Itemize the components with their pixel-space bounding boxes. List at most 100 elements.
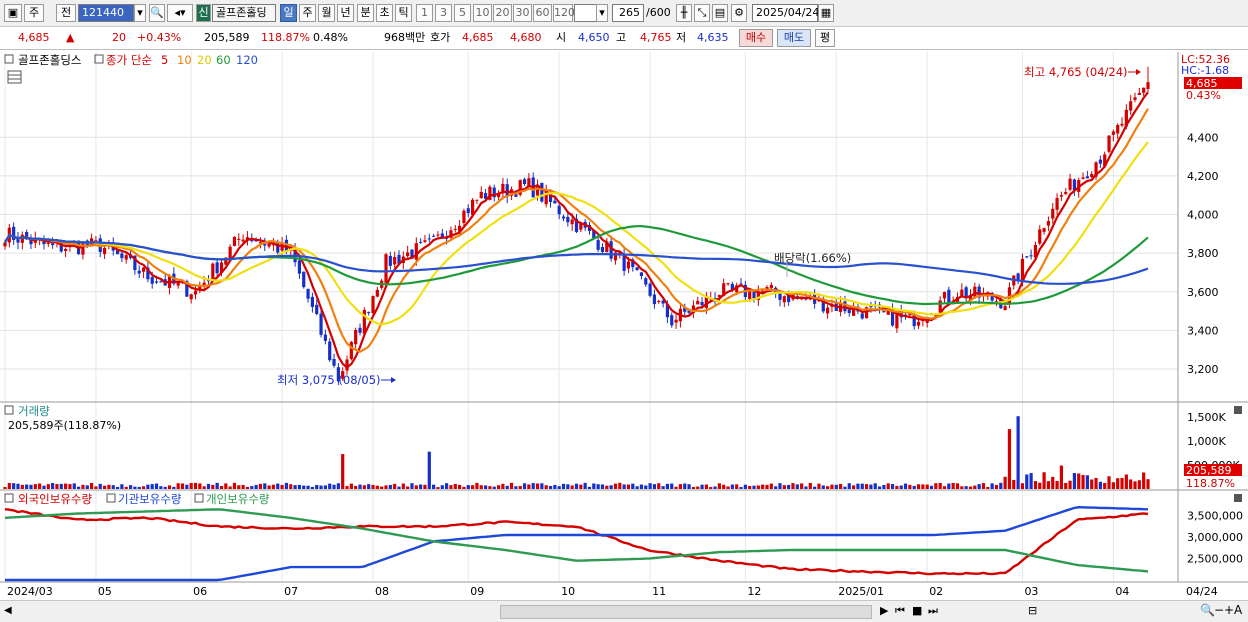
- window-menu-icon[interactable]: ▣: [4, 4, 22, 22]
- holding-close-icon[interactable]: [1234, 494, 1242, 502]
- gear-icon[interactable]: ⚙: [731, 4, 747, 22]
- candle-body: [319, 313, 323, 335]
- volume-bar: [1025, 474, 1029, 489]
- custom-interval-dropdown-icon[interactable]: ▾: [596, 4, 608, 22]
- volume-bar: [189, 483, 193, 489]
- scroll-thumb[interactable]: [500, 605, 872, 619]
- table-icon[interactable]: [7, 70, 22, 84]
- volume-bar: [570, 485, 574, 489]
- volume-bar: [1129, 479, 1133, 489]
- candle-body: [228, 246, 232, 259]
- volume-bar: [341, 454, 345, 489]
- interval-3[interactable]: 3: [435, 4, 452, 22]
- volume-bar: [111, 485, 115, 489]
- volume-bar: [193, 482, 198, 489]
- candle-body: [241, 239, 245, 242]
- code-dropdown-icon[interactable]: ▾: [134, 4, 146, 22]
- eval-label: 평: [819, 31, 831, 44]
- buy-button[interactable]: 매수: [739, 29, 773, 47]
- volume-bar: [133, 486, 137, 489]
- volume-bar: [804, 486, 808, 489]
- candle-body: [332, 359, 336, 366]
- date-value: 2025/04/24: [756, 6, 820, 19]
- x-tick-label: 02: [929, 585, 943, 598]
- search-icon[interactable]: 🔍: [149, 4, 165, 22]
- minus-icon[interactable]: −: [1214, 603, 1224, 617]
- tab-period-month[interactable]: 월: [318, 4, 335, 22]
- toolbar: ▣ 주 전 121440 ▾ 🔍 ◂▾ 신 골프존홀딩 일 주 월 년 분 초 …: [0, 0, 1248, 27]
- volume-bar: [869, 484, 873, 489]
- candle-body: [1142, 87, 1146, 93]
- candle-body: [752, 291, 756, 299]
- candle-body: [349, 341, 353, 360]
- interval-120[interactable]: 120: [553, 4, 575, 22]
- code-input[interactable]: 121440: [78, 4, 134, 22]
- volume-bar: [856, 483, 860, 489]
- scroll-right-icon[interactable]: ▶: [880, 604, 888, 617]
- volume-bar: [141, 486, 146, 489]
- zoom-icon[interactable]: 🔍: [1200, 603, 1215, 617]
- candle-body: [860, 313, 864, 319]
- scroll-left-icon[interactable]: ◀: [4, 605, 12, 616]
- volume-close-icon[interactable]: [1234, 406, 1242, 414]
- volume-bar: [488, 486, 492, 489]
- x-tick-label: 05: [98, 585, 112, 598]
- tab-period-week[interactable]: 주: [299, 4, 316, 22]
- candle-icon[interactable]: ╫: [676, 4, 692, 22]
- volume-bar: [1020, 483, 1025, 489]
- volume-bar: [124, 486, 128, 489]
- tab-period-tick[interactable]: 틱: [395, 4, 412, 22]
- chart-area[interactable]: 3,200 3,400 3,600 3,800 4,000 4,200 4,400 2024/…: [0, 50, 1248, 600]
- volume-bar: [505, 485, 509, 489]
- volume-bar: [1116, 478, 1120, 489]
- stock-name-field: 골프존홀딩: [212, 4, 276, 22]
- x-tick-label: 11: [652, 585, 666, 598]
- tab-period-second[interactable]: 초: [376, 4, 393, 22]
- interval-10[interactable]: 10: [473, 4, 492, 22]
- volume-bar: [258, 483, 263, 489]
- scrollbar[interactable]: ◀ ▶ ⏮ ■ ⏭ ⊟ 🔍 − + A: [0, 600, 1248, 622]
- zoom-out-icon[interactable]: ⊟: [1028, 604, 1037, 617]
- sell-button[interactable]: 매도: [777, 29, 811, 47]
- font-size-icon[interactable]: A: [1234, 603, 1242, 617]
- tab-period-minute[interactable]: 분: [357, 4, 374, 22]
- type-select[interactable]: 주: [24, 4, 44, 22]
- first-icon[interactable]: ⏮: [895, 604, 905, 618]
- eval-button[interactable]: 평: [815, 29, 835, 47]
- volume-bar: [726, 486, 730, 489]
- candle-body: [635, 267, 639, 271]
- chart-tool-icon[interactable]: ⤡: [694, 4, 710, 22]
- stop-icon[interactable]: ■: [912, 604, 922, 617]
- volume-bar: [198, 483, 202, 489]
- count-input[interactable]: 265: [612, 4, 644, 22]
- last-icon[interactable]: ⏭: [928, 604, 938, 618]
- interval-1[interactable]: 1: [416, 4, 433, 22]
- calendar-icon[interactable]: ▦: [818, 4, 834, 22]
- x-tick-label: 12: [747, 585, 761, 598]
- volume-bar: [102, 485, 107, 489]
- interval-5[interactable]: 5: [454, 4, 471, 22]
- tab-period-year[interactable]: 년: [337, 4, 354, 22]
- volume-bar: [237, 485, 241, 489]
- volume-bar: [228, 486, 232, 489]
- candle-body: [328, 341, 332, 361]
- candle-body: [726, 283, 730, 285]
- max-annotation: 최고 4,765 (04/24): [1024, 65, 1128, 79]
- save-icon[interactable]: ▤: [712, 4, 728, 22]
- x-tick-label: 10: [561, 585, 575, 598]
- tab-period-day[interactable]: 일: [280, 4, 297, 22]
- volume-bar: [535, 483, 540, 489]
- volume-bar: [826, 486, 830, 489]
- date-input[interactable]: 2025/04/24: [752, 4, 820, 22]
- code-value: 121440: [82, 6, 124, 19]
- interval-20[interactable]: 20: [493, 4, 512, 22]
- volume-bar: [782, 485, 786, 489]
- prev-select[interactable]: 전: [56, 4, 76, 22]
- volume-bar: [583, 482, 587, 489]
- sound-icon[interactable]: ◂▾: [167, 4, 193, 22]
- count-value: 265: [619, 6, 640, 19]
- interval-60[interactable]: 60: [533, 4, 552, 22]
- interval-30[interactable]: 30: [513, 4, 532, 22]
- plus-icon[interactable]: +: [1224, 603, 1234, 617]
- volume-bar: [843, 486, 847, 489]
